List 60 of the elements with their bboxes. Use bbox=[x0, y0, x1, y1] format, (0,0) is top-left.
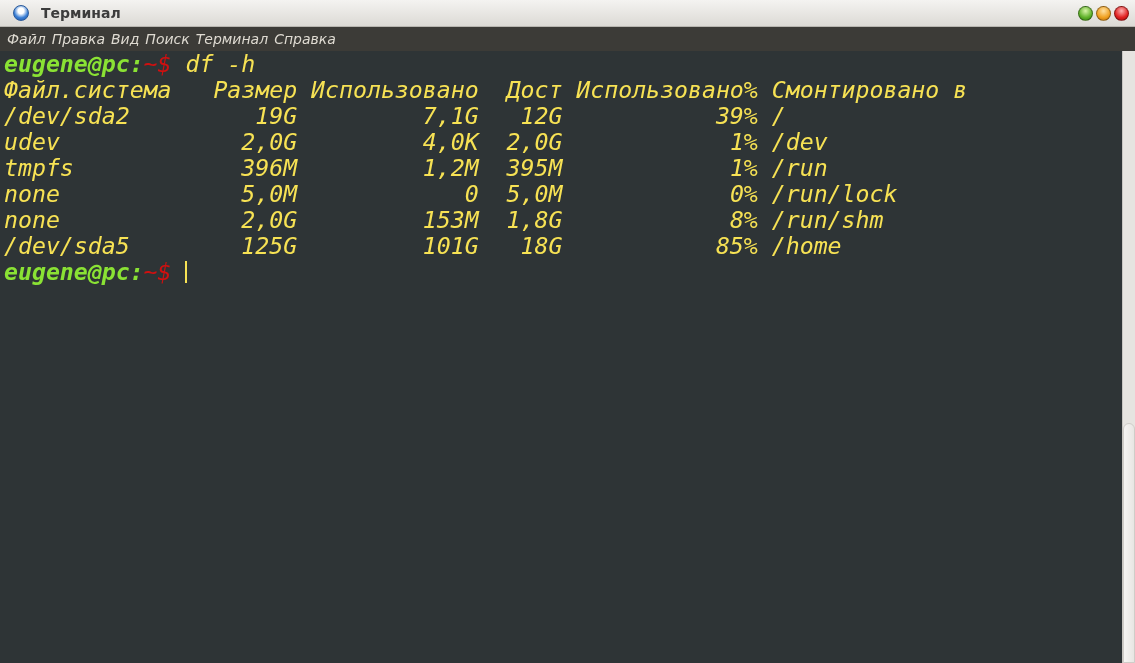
menu-item[interactable]: Правка bbox=[48, 31, 108, 47]
output-cell: 101G bbox=[422, 232, 479, 259]
column-header: Размер bbox=[213, 76, 298, 103]
output-cell: 39% bbox=[715, 102, 758, 129]
output-cell: /dev bbox=[771, 128, 828, 155]
output-cell: 5,0M bbox=[506, 180, 563, 207]
output-cell: 1,8G bbox=[506, 206, 563, 233]
output-cell: 0% bbox=[729, 180, 758, 207]
output-cell: 2,0G bbox=[241, 128, 298, 155]
output-cell: 1% bbox=[729, 154, 758, 181]
output-cell: none bbox=[4, 206, 60, 233]
prompt-text: eugene@pc: bbox=[4, 51, 144, 77]
output-cell: 125G bbox=[241, 232, 298, 259]
output-cell: udev bbox=[4, 128, 60, 155]
column-header: Использовано% bbox=[576, 76, 758, 103]
column-header: Использовано bbox=[311, 76, 479, 103]
output-cell: 1% bbox=[729, 128, 758, 155]
close-button[interactable] bbox=[1114, 5, 1129, 21]
maximize-button[interactable] bbox=[1078, 5, 1093, 21]
output-cell: 2,0G bbox=[506, 128, 563, 155]
output-cell: 4,0K bbox=[422, 128, 479, 155]
menu-item[interactable]: Поиск bbox=[142, 31, 193, 47]
prompt-path: ~$ bbox=[143, 51, 172, 77]
output-cell: none bbox=[4, 180, 60, 207]
output-cell: tmpfs bbox=[4, 154, 74, 181]
app-icon bbox=[13, 5, 29, 21]
output-cell: 12G bbox=[520, 102, 563, 129]
output-cell: 153M bbox=[422, 206, 479, 233]
prompt-text: eugene@pc: bbox=[4, 259, 144, 285]
menu-item[interactable]: Файл bbox=[4, 31, 49, 47]
output-cell: / bbox=[771, 102, 786, 129]
output-cell: /home bbox=[771, 232, 842, 259]
command-text: df -h bbox=[185, 51, 256, 77]
menu-item[interactable]: Справка bbox=[271, 31, 339, 47]
column-header: Файл.система bbox=[4, 76, 172, 103]
output-cell: 0 bbox=[464, 180, 479, 207]
output-cell: /run bbox=[771, 154, 828, 181]
scrollbar-thumb[interactable] bbox=[1123, 423, 1135, 663]
window-title: Терминал bbox=[41, 5, 121, 21]
output-cell: /dev/sda5 bbox=[4, 232, 130, 259]
output-cell: 396M bbox=[241, 154, 298, 181]
output-cell: /run/shm bbox=[771, 206, 884, 233]
output-cell: 19G bbox=[255, 102, 298, 129]
output-cell: /dev/sda2 bbox=[4, 102, 130, 129]
output-cell: 18G bbox=[520, 232, 563, 259]
output-cell: 8% bbox=[729, 206, 758, 233]
menu-item[interactable]: Терминал bbox=[192, 31, 272, 47]
output-cell: 85% bbox=[715, 232, 758, 259]
column-header: Дост bbox=[506, 76, 563, 103]
output-cell: 5,0M bbox=[241, 180, 298, 207]
scrollbar[interactable] bbox=[1122, 51, 1135, 663]
output-cell: 1,2M bbox=[422, 154, 479, 181]
minimize-button[interactable] bbox=[1096, 5, 1111, 21]
output-cell: 2,0G bbox=[241, 206, 298, 233]
menu-item[interactable]: Вид bbox=[107, 31, 143, 47]
prompt-path: ~$ bbox=[143, 259, 172, 285]
output-cell: 395M bbox=[506, 154, 563, 181]
output-cell: /run/lock bbox=[771, 180, 898, 207]
column-header: Смонтировано в bbox=[771, 76, 968, 103]
output-cell: 7,1G bbox=[422, 102, 479, 129]
